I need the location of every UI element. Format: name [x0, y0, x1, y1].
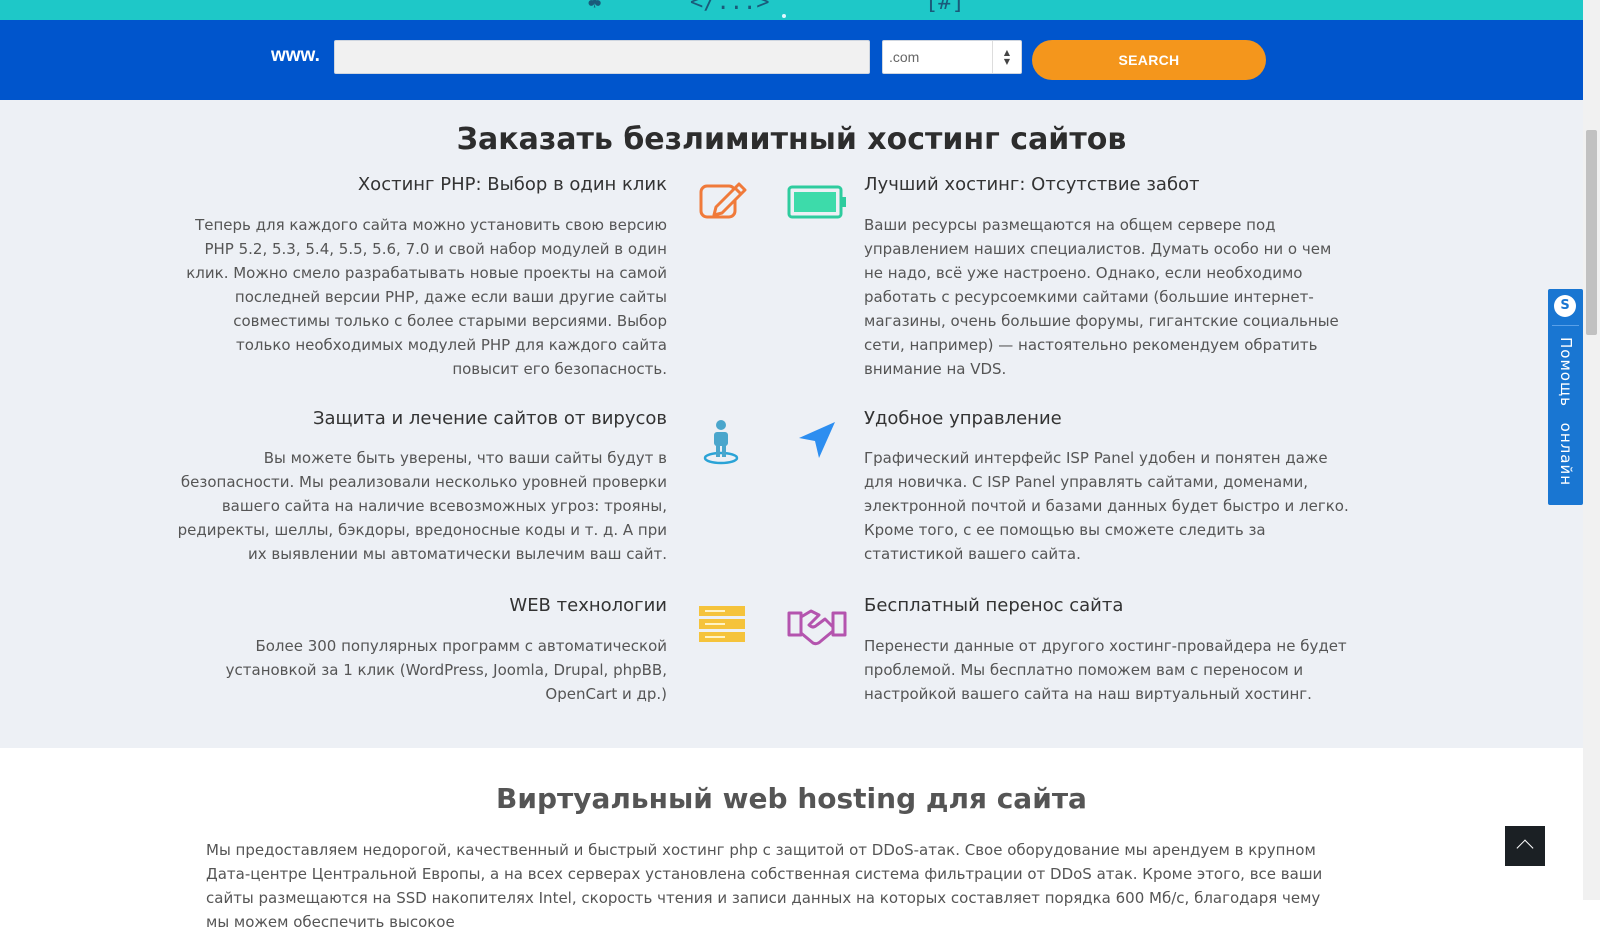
feature-management-title: Удобное управление — [864, 408, 1062, 429]
feature-transfer-text: Перенести данные от другого хостинг-пров… — [864, 637, 1347, 703]
domain-search-input[interactable] — [334, 40, 870, 74]
domain-search-bar: www. .com ▲ ▼ SEARCH — [0, 20, 1583, 100]
virtual-hosting-title: Виртуальный web hosting для сайта — [496, 782, 1087, 815]
feature-php-title: Хостинг PHP: Выбор в один клик — [357, 174, 667, 195]
online-help-tab[interactable]: S Помощь онлайн — [1548, 289, 1583, 505]
scroll-to-top-button[interactable] — [1505, 826, 1545, 866]
feature-best-hosting-text: Ваши ресурсы размещаются на общем сервер… — [864, 216, 1339, 378]
hash-bracket-decoration-icon: [#] — [925, 0, 965, 15]
virtual-hosting-section: Виртуальный web hosting для сайта Мы пре… — [0, 748, 1583, 931]
code-decoration-icon: ♣ — [588, 0, 602, 15]
feature-transfer-title: Бесплатный перенос сайта — [864, 595, 1124, 616]
top-banner-strip: ♣ </...> [#] — [0, 0, 1583, 20]
feature-web-tech-title: WEB технологии — [509, 595, 667, 616]
feature-best-hosting-title: Лучший хостинг: Отсутствие забот — [864, 174, 1200, 195]
tld-select-value: .com — [889, 49, 920, 65]
skype-icon: S — [1554, 295, 1576, 317]
tld-select[interactable]: .com ▲ ▼ — [882, 40, 1022, 74]
code-bracket-decoration-icon: </...> — [690, 0, 770, 15]
virtual-hosting-text: Мы предоставляем недорогой, качественный… — [206, 841, 1323, 931]
online-help-label: Помощь онлайн — [1557, 337, 1575, 487]
server-stack-icon — [699, 606, 745, 642]
features-section: Заказать безлимитный хостинг сайтов Хост… — [0, 100, 1583, 748]
feature-php-text: Теперь для каждого сайта можно установит… — [186, 216, 667, 378]
scrollbar-thumb[interactable] — [1586, 130, 1597, 335]
sparkle-decoration-icon — [782, 14, 786, 18]
edit-icon — [699, 182, 747, 219]
navigation-arrow-icon — [799, 422, 835, 458]
search-button[interactable]: SEARCH — [1032, 40, 1266, 80]
help-tab-divider — [1552, 325, 1579, 326]
feature-management-text: Графический интерфейс ISP Panel удобен и… — [864, 449, 1349, 563]
feature-web-tech-text: Более 300 популярных программ с автомати… — [225, 637, 667, 703]
battery-icon — [787, 185, 846, 219]
www-prefix-label: www. — [271, 45, 320, 66]
feature-virus-text: Вы можете быть уверены, что ваши сайты б… — [177, 449, 667, 563]
feature-virus-title: Защита и лечение сайтов от вирусов — [312, 408, 667, 429]
handshake-icon — [787, 609, 847, 646]
tld-spinner-icon[interactable]: ▲ ▼ — [992, 41, 1021, 73]
chevron-up-icon — [1516, 839, 1534, 857]
features-title: Заказать безлимитный хостинг сайтов — [456, 122, 1127, 157]
page-scrollbar[interactable] — [1583, 0, 1600, 900]
person-pin-icon — [703, 420, 739, 465]
